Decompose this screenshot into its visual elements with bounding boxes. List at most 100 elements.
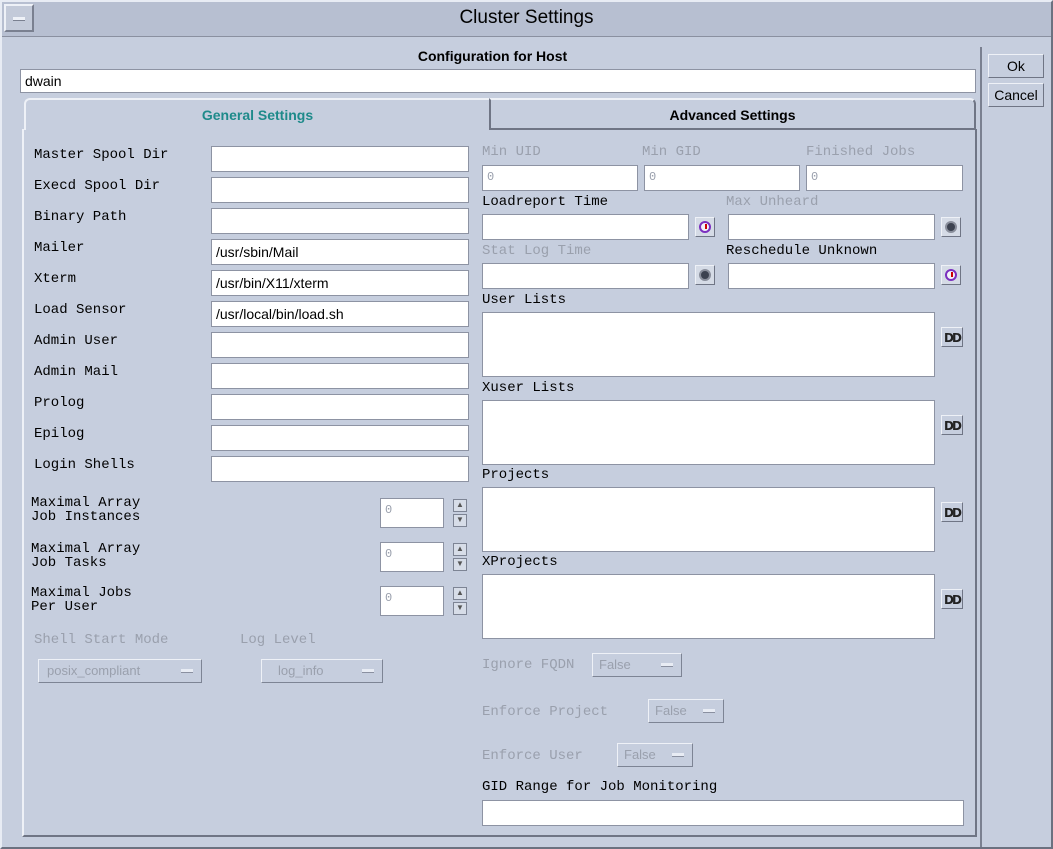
max-array-job-tasks-field[interactable]: 0 [380,542,444,572]
spinner-label-line2: Job Tasks [31,555,107,571]
xuser-lists-box[interactable] [482,400,935,465]
stat-log-time-clock-button[interactable] [695,265,715,285]
binary-path-field[interactable] [211,208,469,234]
min-uid-label: Min UID [482,144,541,160]
dropdown-indicator-icon [661,663,673,667]
max-jobs-per-user-field[interactable]: 0 [380,586,444,616]
loadreport-time-field[interactable] [482,214,689,240]
host-field[interactable]: dwain [20,69,976,93]
spin-down-icon[interactable]: ▼ [453,558,467,571]
log-level-value: log_info [278,663,324,678]
tab-general-settings[interactable]: General Settings [24,98,489,130]
reschedule-unknown-clock-button[interactable] [941,265,961,285]
dropdown-indicator-icon [703,709,715,713]
dropdown-indicator-icon [672,753,684,757]
loadreport-time-label: Loadreport Time [482,194,609,210]
log-level-dropdown[interactable]: log_info [261,659,383,683]
dropdown-indicator-icon [181,669,193,673]
clock-icon [945,221,957,233]
admin-mail-label: Admin Mail [34,364,119,380]
spinner-label-line1: Maximal Jobs [31,585,132,601]
clock-icon [699,269,711,281]
spin-down-icon[interactable]: ▼ [453,602,467,615]
spin-down-icon[interactable]: ▼ [453,514,467,527]
max-array-job-tasks-label: Maximal Array Job Tasks [31,542,140,570]
cancel-button[interactable]: Cancel [988,83,1044,107]
max-unheard-clock-button[interactable] [941,217,961,237]
ignore-fqdn-value: False [599,657,631,672]
config-label: Configuration for Host [417,48,568,64]
login-shells-label: Login Shells [34,457,135,473]
clock-icon [945,269,957,281]
tab-advanced-settings[interactable]: Advanced Settings [489,98,976,130]
list-editor-icon[interactable]: DD [941,415,963,435]
xterm-label: Xterm [34,271,77,287]
ok-button[interactable]: Ok [988,54,1044,78]
gid-range-label: GID Range for Job Monitoring [482,779,718,795]
projects-label: Projects [482,467,550,483]
loadreport-time-clock-button[interactable] [695,217,715,237]
max-unheard-label: Max Unheard [726,194,819,210]
shell-start-mode-value: posix_compliant [47,663,141,678]
dropdown-indicator-icon [362,669,374,673]
mailer-label: Mailer [34,240,85,256]
mailer-field[interactable]: /usr/sbin/Mail [211,239,469,265]
enforce-user-dropdown[interactable]: False [617,743,693,767]
max-unheard-field[interactable] [728,214,935,240]
login-shells-field[interactable] [211,456,469,482]
max-array-job-instances-spinner[interactable]: ▲ ▼ [453,499,467,527]
shell-start-mode-dropdown[interactable]: posix_compliant [38,659,202,683]
spin-up-icon[interactable]: ▲ [453,587,467,600]
xterm-field[interactable]: /usr/bin/X11/xterm [211,270,469,296]
user-lists-box[interactable] [482,312,935,377]
min-uid-field[interactable]: 0 [482,165,638,191]
list-editor-icon[interactable]: DD [941,502,963,522]
enforce-project-value: False [655,703,687,718]
max-array-job-instances-field[interactable]: 0 [380,498,444,528]
max-array-job-instances-label: Maximal Array Job Instances [31,496,140,524]
user-lists-label: User Lists [482,292,567,308]
binary-path-label: Binary Path [34,209,127,225]
spinner-label-line2: Job Instances [31,509,141,525]
shell-start-mode-label: Shell Start Mode [34,632,169,648]
reschedule-unknown-field[interactable] [728,263,935,289]
max-jobs-per-user-label: Maximal Jobs Per User [31,586,132,614]
ignore-fqdn-label: Ignore FQDN [482,657,575,673]
admin-user-field[interactable] [211,332,469,358]
enforce-project-dropdown[interactable]: False [648,699,724,723]
ignore-fqdn-dropdown[interactable]: False [592,653,682,677]
finished-jobs-field[interactable]: 0 [806,165,963,191]
spinner-label-line1: Maximal Array [31,495,141,511]
admin-mail-field[interactable] [211,363,469,389]
projects-box[interactable] [482,487,935,552]
load-sensor-label: Load Sensor [34,302,127,318]
xprojects-label: XProjects [482,554,558,570]
master-spool-dir-field[interactable] [211,146,469,172]
stat-log-time-label: Stat Log Time [482,243,592,259]
finished-jobs-label: Finished Jobs [806,144,916,160]
spin-up-icon[interactable]: ▲ [453,499,467,512]
spin-up-icon[interactable]: ▲ [453,543,467,556]
enforce-user-value: False [624,747,656,762]
execd-spool-dir-field[interactable] [211,177,469,203]
clock-icon [699,221,711,233]
min-gid-field[interactable]: 0 [644,165,800,191]
prolog-label: Prolog [34,395,85,411]
log-level-label: Log Level [240,632,316,648]
list-editor-icon[interactable]: DD [941,327,963,347]
list-editor-icon[interactable]: DD [941,589,963,609]
spinner-label-line1: Maximal Array [31,541,141,557]
prolog-field[interactable] [211,394,469,420]
button-column: Ok Cancel [980,47,1050,847]
epilog-field[interactable] [211,425,469,451]
reschedule-unknown-label: Reschedule Unknown [726,243,878,259]
min-gid-label: Min GID [642,144,701,160]
spinner-label-line2: Per User [31,599,99,615]
enforce-user-label: Enforce User [482,748,583,764]
max-jobs-per-user-spinner[interactable]: ▲ ▼ [453,587,467,615]
stat-log-time-field[interactable] [482,263,689,289]
xprojects-box[interactable] [482,574,935,639]
max-array-job-tasks-spinner[interactable]: ▲ ▼ [453,543,467,571]
gid-range-field[interactable] [482,800,964,826]
load-sensor-field[interactable]: /usr/local/bin/load.sh [211,301,469,327]
